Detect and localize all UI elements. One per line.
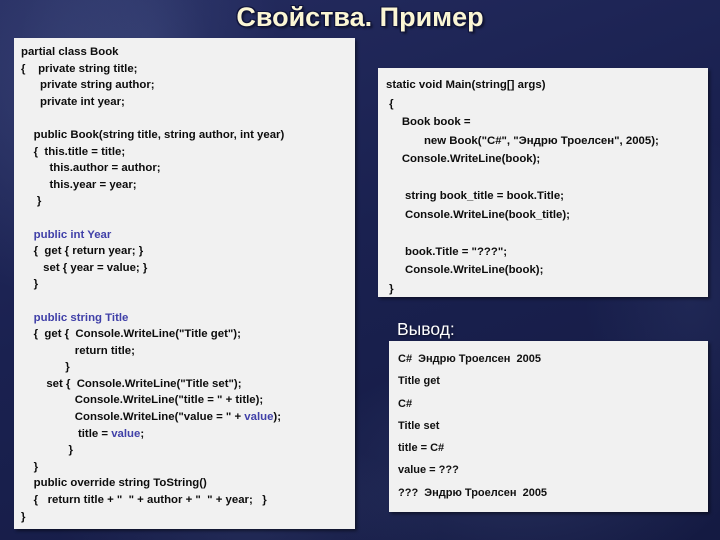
slide-canvas: Свойства. Пример partial class Book { pri…: [0, 0, 720, 540]
code-keyword: public int Year: [21, 228, 112, 241]
code-text: book.Title = "???";: [386, 245, 508, 258]
code-line: { get { Console.WriteLine("Title get");: [21, 326, 350, 343]
code-line: { this.title = title;: [21, 144, 350, 161]
code-text: public override string ToString(): [21, 477, 207, 490]
console-output-line: ??? Эндрю Троелсен 2005: [398, 486, 548, 499]
code-line: Console.WriteLine("title = " + title);: [21, 392, 350, 409]
code-text: { return title + " " + author + " " + ye…: [21, 494, 267, 507]
code-text: {: [386, 97, 394, 110]
code-text: Console.WriteLine(book);: [386, 264, 544, 276]
code-text: set { Console.WriteLine("Title set");: [21, 377, 242, 390]
code-line: static void Main(string[] args): [386, 76, 703, 95]
code-line: { get { return year; }: [21, 243, 350, 260]
code-line: Console.WriteLine(book);: [386, 261, 703, 280]
code-line: public Book(string title, string author,…: [21, 127, 350, 144]
code-line: }: [21, 193, 350, 210]
code-line: Console.WriteLine(book_title);: [386, 206, 703, 225]
code-text: this.author = author;: [21, 162, 161, 175]
book-class-code-text: partial class Book { private string title…: [21, 44, 350, 525]
code-line: set { Console.WriteLine("Title set");: [21, 376, 350, 393]
code-text: static void Main(string[] args): [386, 79, 546, 91]
code-text: }: [21, 460, 39, 473]
code-text: { private string title;: [21, 62, 138, 75]
console-output-line: value = ???: [398, 464, 459, 477]
code-keyword: value: [111, 427, 141, 440]
code-text: }: [21, 361, 70, 374]
code-text: string book_title = book.Title;: [386, 190, 564, 202]
code-line: new Book("C#", "Эндрю Троелсен", 2005);: [386, 132, 703, 151]
code-text: partial class Book: [21, 46, 119, 58]
code-line: set { year = value; }: [21, 260, 350, 277]
code-line: title = value;: [21, 426, 350, 443]
code-line: private string author;: [21, 77, 350, 94]
code-text: }: [386, 282, 394, 295]
code-text: { get { Console.WriteLine("Title get");: [21, 328, 241, 341]
code-line: { private string title;: [21, 61, 350, 78]
code-line: string book_title = book.Title;: [386, 187, 703, 206]
console-output-line: C# Эндрю Троелсен 2005: [398, 353, 541, 365]
code-text: }: [21, 444, 73, 457]
code-line: }: [21, 509, 350, 526]
main-method-code-text: static void Main(string[] args) { Book b…: [386, 76, 703, 297]
code-line: this.author = author;: [21, 160, 350, 177]
code-text: Console.WriteLine(book_title);: [386, 208, 570, 221]
console-output-lines: C# Эндрю Троелсен 2005 Title get C# Title s…: [398, 348, 703, 504]
code-line: return title;: [21, 343, 350, 360]
code-line: private int year;: [21, 94, 350, 111]
code-line: }: [21, 442, 350, 459]
code-text: set { year = value; }: [21, 261, 148, 274]
console-output-line: title = C#: [398, 442, 445, 455]
code-text: Console.WriteLine("title = " + title);: [21, 394, 264, 407]
code-line: public string Title: [21, 310, 350, 327]
console-output-panel: C# Эндрю Троелсен 2005 Title get C# Title s…: [389, 341, 708, 512]
code-line: public override string ToString(): [21, 475, 350, 492]
code-text: { get { return year; }: [21, 245, 144, 258]
code-text: Book book =: [386, 116, 471, 128]
code-keyword: value: [244, 411, 274, 424]
code-text: private string author;: [21, 79, 155, 92]
code-text: ;: [140, 427, 145, 440]
code-line: }: [21, 459, 350, 476]
code-text: Console.WriteLine("value = " +: [21, 411, 245, 424]
console-output-line: Title set: [398, 419, 440, 432]
code-text: Console.WriteLine(book);: [386, 153, 541, 165]
code-line: partial class Book: [21, 44, 350, 61]
book-class-code-panel: partial class Book { private string title…: [14, 38, 355, 529]
code-line: Console.WriteLine(book);: [386, 150, 703, 169]
code-line: }: [386, 280, 703, 298]
code-text: public Book(string title, string author,…: [21, 128, 285, 141]
page-title: Свойства. Пример: [236, 2, 484, 32]
output-label: Вывод:: [397, 319, 455, 339]
console-output-line: C#: [398, 397, 413, 410]
code-keyword: public string Title: [21, 311, 129, 324]
code-text: }: [21, 510, 26, 523]
code-text: this.year = year;: [21, 178, 137, 191]
code-text: }: [21, 195, 42, 208]
code-text: { this.title = title;: [21, 145, 126, 158]
code-line: Console.WriteLine("value = " + value);: [21, 409, 350, 426]
code-line: }: [21, 276, 350, 293]
code-line: }: [21, 359, 350, 376]
console-output-line: Title get: [398, 375, 440, 388]
code-line: book.Title = "???";: [386, 243, 703, 262]
code-text: new Book("C#", "Эндрю Троелсен", 2005);: [386, 134, 659, 147]
code-text: private int year;: [21, 95, 125, 108]
code-text: return title;: [21, 344, 135, 357]
code-line: this.year = year;: [21, 177, 350, 194]
code-line: Book book =: [386, 113, 703, 132]
code-text: }: [21, 278, 39, 291]
main-method-code-panel: static void Main(string[] args) { Book b…: [378, 68, 708, 297]
code-text: title =: [21, 427, 112, 440]
code-line: { return title + " " + author + " " + ye…: [21, 492, 350, 509]
code-text: );: [273, 411, 282, 424]
code-line: {: [386, 95, 703, 114]
code-line: public int Year: [21, 227, 350, 244]
